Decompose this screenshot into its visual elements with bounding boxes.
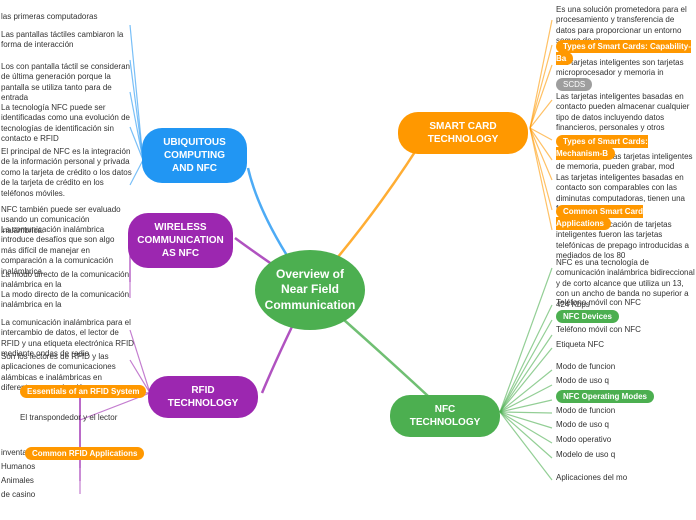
- right-text-phone2: Teléfono móvil con NFC: [556, 325, 641, 335]
- branch-smart: SMART CARD TECHNOLOGY: [398, 112, 528, 154]
- transpondedor-text: El transpondedor y el lector: [20, 413, 117, 423]
- right-text-mode3: Modo de funcion: [556, 406, 615, 416]
- left-text-5: El principal de NFC es la integración de…: [1, 147, 136, 199]
- branch-rfid-label: RFID TECHNOLOGY: [160, 384, 246, 410]
- branch-ubiquitous-label: UBIQUITOUS COMPUTING AND NFC: [154, 136, 235, 175]
- mechanism-label: Types of Smart Cards: Mechanism-B: [556, 135, 648, 160]
- center-label: Overview of Near Field Communication: [263, 267, 357, 314]
- right-text-apps: Aplicaciones del mo: [556, 473, 627, 483]
- essentials-rfid-label: Essentials of an RFID System: [20, 385, 146, 398]
- right-text-3: Las tarjetas inteligentes basadas en con…: [556, 92, 696, 134]
- casino-text: de casino: [1, 490, 35, 500]
- right-text-mode6: Modelo de uso q: [556, 450, 615, 460]
- nfc-modes-label: NFC Operating Modes: [556, 390, 654, 403]
- branch-wireless: WIRELESS COMMUNICATION AS NFC: [128, 213, 233, 268]
- branch-ubiquitous: UBIQUITOUS COMPUTING AND NFC: [142, 128, 247, 183]
- center-node: Overview of Near Field Communication: [255, 250, 365, 330]
- branch-nfc: NFC TECHNOLOGY: [390, 395, 500, 437]
- scds-label: SCDS: [556, 78, 592, 91]
- left-text-3: Los con pantalla táctil se consideran de…: [1, 62, 136, 104]
- mind-map: Overview of Near Field Communication UBI…: [0, 0, 696, 520]
- right-text-mode5: Modo operativo: [556, 435, 611, 445]
- right-text-phone1: Teléfono móvil con NFC: [556, 298, 641, 308]
- left-text-2: Las pantallas táctiles cambiaron la form…: [1, 30, 136, 51]
- branch-smart-label: SMART CARD TECHNOLOGY: [410, 120, 516, 146]
- nfc-devices-label: NFC Devices: [556, 310, 619, 323]
- common-smart-label: Common Smart Card Applications: [556, 205, 643, 230]
- left-text-9: La modo directo de la comunicación inalá…: [1, 290, 131, 311]
- right-text-tag: Etiqueta NFC: [556, 340, 604, 350]
- right-text-mode1: Modo de funcion: [556, 362, 615, 372]
- branch-rfid: RFID TECHNOLOGY: [148, 376, 258, 418]
- left-text-4: La tecnología NFC puede ser identificada…: [1, 103, 136, 145]
- left-text-8: La modo directo de la comunicación inalá…: [1, 270, 131, 291]
- common-rfid-label: Common RFID Applications: [25, 447, 144, 460]
- humanos-text: Humanos: [1, 462, 35, 472]
- right-text-mode2: Modo de uso q: [556, 376, 609, 386]
- right-text-mode4: Modo de uso q: [556, 420, 609, 430]
- branch-nfc-label: NFC TECHNOLOGY: [402, 403, 488, 429]
- left-text-1: las primeras computadoras: [1, 12, 97, 22]
- capability-label: Types of Smart Cards: Capability-Ba: [556, 40, 691, 65]
- animales-text: Animales: [1, 476, 34, 486]
- branch-wireless-label: WIRELESS COMMUNICATION AS NFC: [137, 221, 223, 260]
